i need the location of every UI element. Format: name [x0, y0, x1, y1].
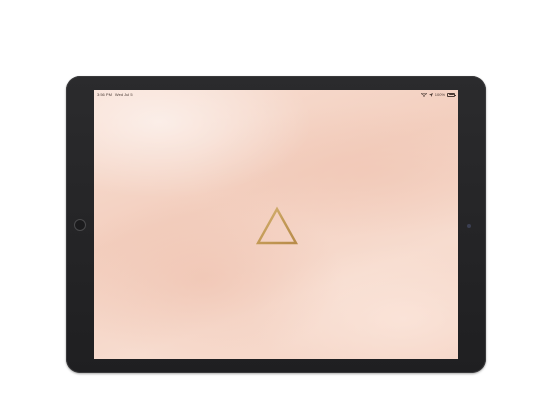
ipad-device-frame: 3:56 PM Wed Jul 5 100%: [66, 76, 486, 373]
wifi-icon: [420, 92, 427, 97]
front-camera: [467, 224, 471, 228]
battery-icon: [447, 92, 456, 97]
home-screen: 3:56 PM Wed Jul 5 100%: [94, 90, 458, 359]
status-date: Wed Jul 5: [114, 92, 133, 97]
air-element-triangle-icon: [254, 206, 300, 246]
status-time: 3:56 PM: [97, 92, 112, 97]
status-bar: 3:56 PM Wed Jul 5 100%: [94, 90, 458, 100]
home-button[interactable]: [74, 219, 86, 231]
battery-percentage: 100%: [434, 92, 445, 97]
location-icon: [428, 92, 433, 97]
battery-level-fill: [448, 94, 454, 95]
